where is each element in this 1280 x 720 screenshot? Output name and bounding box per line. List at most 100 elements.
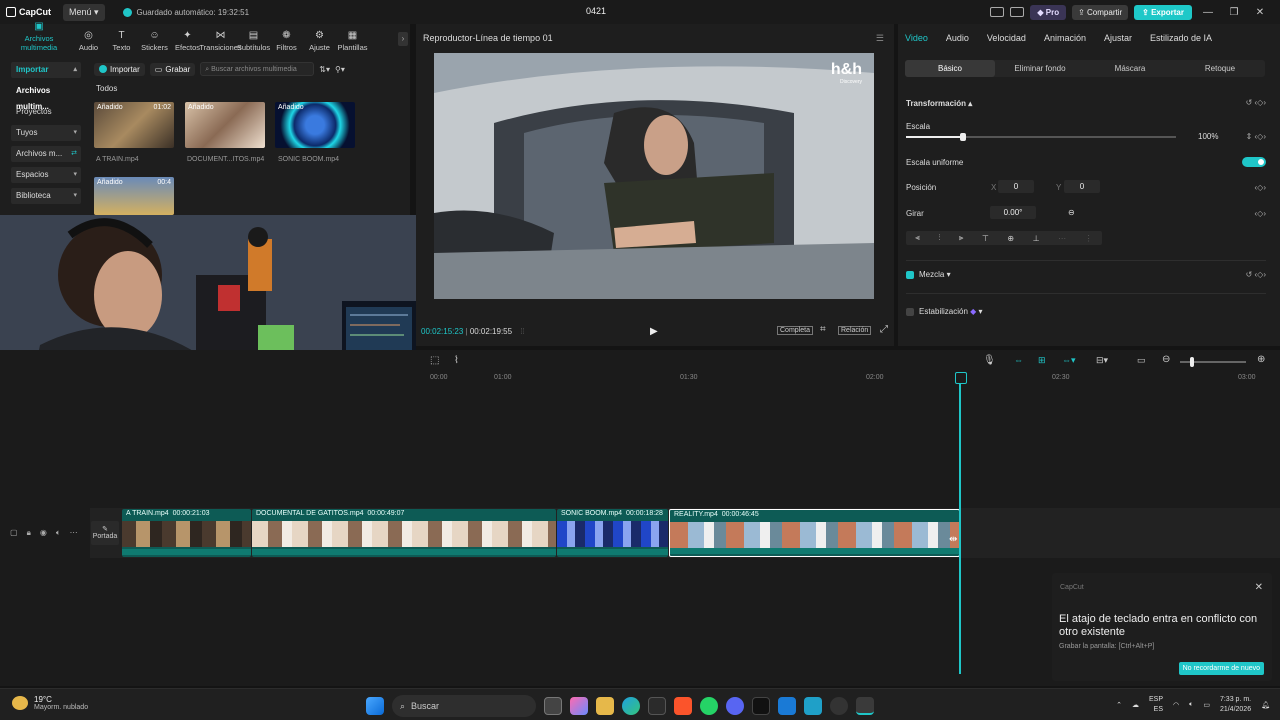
magnet-icon[interactable]: ⊞ (1038, 355, 1046, 366)
distribute-v-icon[interactable]: ⋮ (1085, 234, 1093, 243)
export-button[interactable]: ⇪ Exportar (1134, 4, 1192, 20)
discord-icon[interactable] (726, 697, 744, 715)
tab-adjust[interactable]: ⚙ Ajuste (303, 31, 336, 53)
speaker-icon[interactable]: 🔈︎ (56, 528, 61, 538)
preview-axis-icon[interactable]: ⊟▾ (1096, 355, 1108, 366)
tab-filters[interactable]: ❁ Filtros (270, 31, 303, 53)
stabilize-label[interactable]: Estabilización ◆ ▾ (919, 307, 983, 316)
trim-handle-icon[interactable]: ⇹ (949, 534, 957, 545)
maximize-icon[interactable]: ❐ (1224, 7, 1244, 18)
scale-slider[interactable] (906, 133, 1176, 141)
notification-bell-icon[interactable]: 🔔︎ (1261, 701, 1270, 709)
media-item[interactable]: Añadido 01:02 (94, 102, 174, 148)
zoom-in-icon[interactable]: ⊕ (1257, 354, 1265, 365)
stabilize-checkbox[interactable] (906, 308, 914, 316)
keyframe-icon[interactable]: ‹◇› (1255, 209, 1266, 218)
tiktok-icon[interactable] (752, 697, 770, 715)
fit-icon[interactable]: ▭ (1137, 355, 1146, 366)
filter-icon[interactable]: ⚲▾ (335, 65, 345, 74)
menu-button[interactable]: Menú ▾ (63, 3, 105, 21)
video-preview[interactable]: h&h Discovery (434, 53, 874, 299)
inspector-tab[interactable]: Velocidad (987, 33, 1026, 43)
file-explorer-icon[interactable] (596, 697, 614, 715)
tab-templates[interactable]: ▦ Plantillas (336, 31, 369, 53)
sidebar-item-import[interactable]: Importar ▴ (11, 62, 81, 78)
sidebar-item-library[interactable]: Biblioteca ▾ (11, 188, 81, 204)
timeline-ruler[interactable]: 00:00 01:00 01:30 02:00 02:30 03:00 (430, 374, 1280, 384)
playhead[interactable] (955, 372, 967, 674)
lock-icon[interactable]: 🔒︎ (27, 528, 31, 538)
rotate-input[interactable]: 0.00° (990, 206, 1036, 219)
snap-icon[interactable]: ⇔▾ (1062, 355, 1076, 366)
timeline-clip[interactable]: DOCUMENTAL DE GATITOS.mp4 00:00:49:07 (252, 509, 556, 557)
inspector-subtab[interactable]: Básico (905, 60, 995, 77)
scale-value[interactable]: 100% (1198, 132, 1218, 141)
task-view-icon[interactable] (544, 697, 562, 715)
chevron-up-icon[interactable]: ⌃ (1116, 701, 1122, 709)
battery-icon[interactable]: ▭ (1203, 701, 1210, 709)
transform-section[interactable]: Transformación ▴ (906, 99, 972, 108)
obs-icon[interactable] (830, 697, 848, 715)
distribute-h-icon[interactable]: ⋯ (1058, 234, 1066, 243)
inspector-tab[interactable]: Estilizado de IA (1150, 33, 1212, 43)
sidebar-item-yours[interactable]: Tuyos ▾ (11, 125, 81, 141)
windows-start-icon[interactable] (366, 697, 384, 715)
blend-label[interactable]: Mezcla ▾ (919, 270, 951, 279)
clock[interactable]: 7:33 p. m. 21/4/2026 (1220, 695, 1251, 715)
zoom-slider[interactable] (1180, 357, 1246, 367)
microphone-icon[interactable]: 🎙︎ (983, 355, 996, 366)
mail-icon[interactable] (778, 697, 796, 715)
sidebar-item-files[interactable]: Archivos m... ⇄ (11, 146, 81, 162)
inspector-subtab[interactable]: Eliminar fondo (995, 60, 1085, 77)
full-button[interactable]: Completa (777, 326, 813, 335)
keyframe-icon[interactable]: ⇕ ‹◇› (1246, 132, 1266, 141)
align-top-icon[interactable]: ⊤ (982, 234, 989, 243)
timeline-clip[interactable]: A TRAIN.mp4 00:00:21:03 (122, 509, 251, 557)
align-left-icon[interactable]: ⫷ (915, 233, 920, 243)
rotate-dial-icon[interactable]: ⊖ (1068, 208, 1075, 217)
inspector-subtab[interactable]: Retoque (1175, 60, 1265, 77)
pro-button[interactable]: ◆ Pro (1030, 4, 1067, 20)
play-button[interactable]: ▶ (650, 326, 658, 337)
select-tool-icon[interactable]: ⬚ (430, 355, 439, 366)
track-toggle-icon[interactable]: ▢ (10, 528, 18, 538)
align-right-icon[interactable]: ⫸ (959, 233, 964, 243)
fullscreen-icon[interactable]: ⤢ (878, 324, 890, 335)
blend-checkbox[interactable] (906, 271, 914, 279)
tab-transitions[interactable]: ⋈ Transiciones (199, 31, 241, 53)
close-icon[interactable]: ✕ (1255, 582, 1263, 593)
language-indicator[interactable]: ESP ES (1149, 695, 1163, 715)
inspector-tab[interactable]: Audio (946, 33, 969, 43)
link-icon[interactable]: ⇔ (1014, 355, 1023, 365)
shortcuts-icon[interactable] (1010, 7, 1025, 17)
tab-text[interactable]: T Texto (105, 31, 138, 53)
timeline-clip[interactable]: SONIC BOOM.mp4 00:00:18:28 (557, 509, 668, 557)
align-bottom-icon[interactable]: ⊥ (1033, 234, 1040, 243)
cover-button[interactable]: ✎ Portada (91, 521, 119, 545)
sidebar-item-media[interactable]: Archivos multim... (11, 83, 81, 111)
brave-icon[interactable] (674, 697, 692, 715)
ratio-button[interactable]: Relación (838, 326, 872, 335)
reset-keyframe-icon[interactable]: ↺ ‹◇› (1246, 98, 1266, 107)
zoom-out-icon[interactable]: ⊖ (1162, 354, 1170, 365)
crop-icon[interactable]: ⌗ (818, 324, 828, 335)
weather-widget[interactable]: 19°C Mayorm. nublado (12, 695, 88, 711)
layout-icon[interactable] (990, 7, 1005, 17)
split-tool-icon[interactable]: ⌇ (454, 355, 459, 366)
store-icon[interactable] (648, 697, 666, 715)
calculator-icon[interactable] (804, 697, 822, 715)
inspector-tab[interactable]: Ajustar (1104, 33, 1132, 43)
whatsapp-icon[interactable] (700, 697, 718, 715)
volume-icon[interactable]: 🔈︎ (1189, 701, 1193, 709)
project-name[interactable]: 0421 (586, 6, 606, 16)
copilot-icon[interactable] (570, 697, 588, 715)
menu-icon[interactable]: ☰ (876, 33, 884, 44)
media-item[interactable]: Añadido (275, 102, 355, 148)
align-middle-icon[interactable]: ⊕ (1007, 234, 1014, 243)
wifi-icon[interactable]: ◠ (1173, 701, 1179, 709)
inspector-tab[interactable]: Animación (1044, 33, 1086, 43)
tab-audio[interactable]: ◎ Audio (72, 31, 105, 53)
sidebar-item-spaces[interactable]: Espacios ▾ (11, 167, 81, 183)
media-item[interactable]: Añadido (185, 102, 265, 148)
media-search-input[interactable]: ⌕ Buscar archivos multimedia (200, 62, 315, 76)
